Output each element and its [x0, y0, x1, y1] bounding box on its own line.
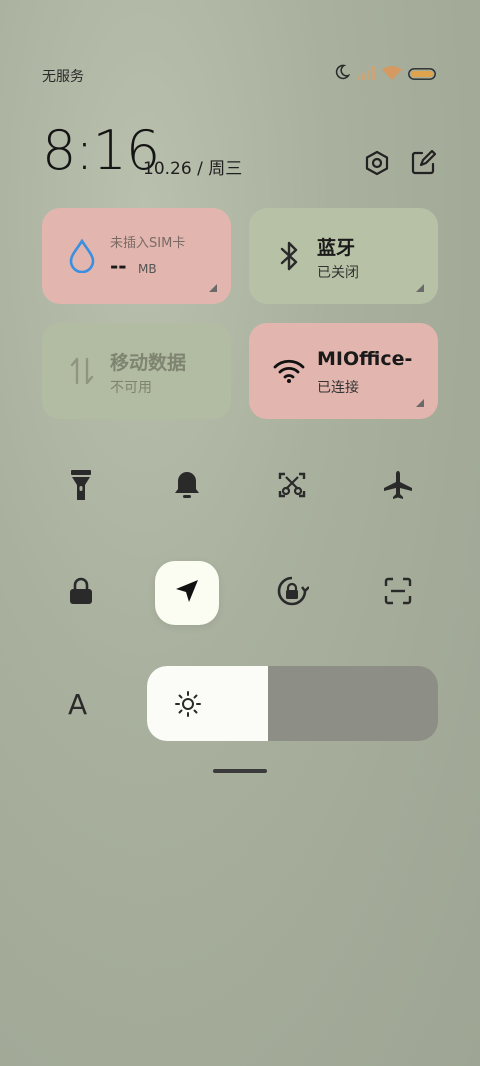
lock-icon — [69, 577, 93, 609]
mobile-data-title: 移动数据 — [110, 352, 187, 374]
moon-icon — [334, 64, 351, 84]
location-icon — [174, 578, 200, 608]
flashlight-icon — [70, 469, 92, 505]
scan-icon — [384, 577, 412, 609]
data-usage-value: -- — [110, 254, 127, 278]
expand-corner-icon — [209, 284, 217, 292]
mobile-data-tile[interactable]: 移动数据 不可用 — [42, 323, 231, 419]
expand-corner-icon — [416, 399, 424, 407]
panel-handle[interactable] — [213, 769, 267, 773]
data-arrows-icon — [64, 353, 100, 389]
clock-date: 10.26 / 周三 — [143, 159, 243, 179]
edit-button[interactable] — [408, 149, 438, 180]
brightness-fill — [147, 666, 268, 741]
settings-button[interactable] — [362, 150, 392, 180]
location-toggle[interactable] — [155, 561, 219, 625]
data-usage-unit: MB — [138, 262, 157, 276]
flashlight-toggle[interactable] — [49, 455, 113, 519]
bluetooth-status: 已关闭 — [317, 265, 359, 281]
auto-brightness-button[interactable]: A — [68, 688, 87, 721]
carrier-status: 无服务 — [42, 69, 84, 85]
wifi-network-name: MIOffice- — [317, 348, 413, 370]
data-usage-subtitle: 未插入SIM卡 — [110, 236, 186, 251]
status-icons — [334, 64, 436, 84]
edit-icon — [410, 149, 437, 180]
wifi-tile[interactable]: MIOffice- 已连接 — [249, 323, 438, 419]
rotation-lock-toggle[interactable] — [260, 561, 324, 625]
screenshot-toggle[interactable] — [260, 455, 324, 519]
mobile-data-status: 不可用 — [110, 380, 152, 396]
lock-screen-toggle[interactable] — [49, 561, 113, 625]
rotation-lock-icon — [275, 574, 310, 612]
airplane-toggle[interactable] — [366, 455, 430, 519]
bluetooth-title: 蓝牙 — [317, 237, 356, 259]
wifi-icon — [271, 353, 307, 389]
bluetooth-icon — [271, 238, 307, 274]
bluetooth-tile[interactable]: 蓝牙 已关闭 — [249, 208, 438, 304]
brightness-slider[interactable] — [147, 666, 438, 741]
scan-toggle[interactable] — [366, 561, 430, 625]
battery-icon — [408, 65, 436, 84]
wifi-icon — [382, 65, 402, 84]
water-drop-icon — [64, 238, 100, 274]
wifi-status: 已连接 — [317, 380, 359, 396]
expand-corner-icon — [416, 284, 424, 292]
data-usage-tile[interactable]: 未插入SIM卡 -- MB — [42, 208, 231, 304]
signal-icon — [356, 65, 376, 84]
clock-time: 8:16 — [42, 119, 160, 182]
sun-icon — [175, 691, 201, 721]
ring-toggle[interactable] — [155, 455, 219, 519]
settings-icon — [364, 150, 390, 180]
airplane-icon — [382, 469, 414, 505]
screenshot-icon — [278, 471, 306, 503]
bell-icon — [173, 470, 201, 504]
